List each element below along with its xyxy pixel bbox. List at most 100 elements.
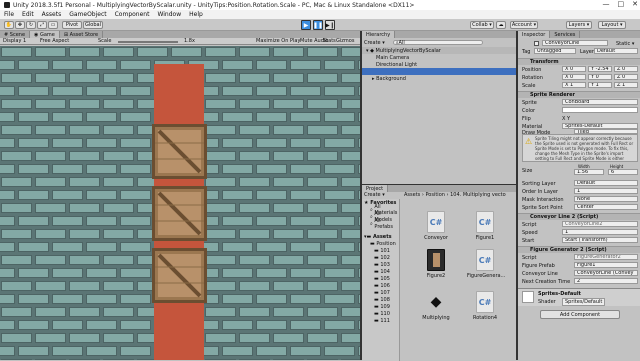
sprite-field[interactable]: ConBoard: [562, 99, 638, 105]
move-tool-button[interactable]: ✥: [15, 21, 25, 29]
project-breadcrumb[interactable]: Assets › Position › 104. Multiplying vec…: [404, 192, 506, 198]
asset-item[interactable]: C# Conveyor: [418, 211, 454, 241]
folder-item[interactable]: ▬ 108: [374, 296, 390, 303]
order-in-layer-field[interactable]: 1: [574, 188, 638, 194]
asset-item[interactable]: Figure2: [418, 249, 454, 279]
tab-asset-store[interactable]: ⊞ Asset Store: [60, 31, 104, 38]
folder-item[interactable]: ▬ 105: [374, 275, 390, 282]
layers-dropdown[interactable]: Layers ▾: [566, 21, 592, 29]
folder-item[interactable]: ▬ 111: [374, 317, 390, 324]
menu-file[interactable]: File: [4, 11, 14, 18]
layer-dropdown[interactable]: Default: [594, 48, 638, 54]
tab-game[interactable]: ◉ Game: [30, 31, 60, 38]
pivot-toggle[interactable]: Pivot: [62, 21, 82, 29]
conveyor-script-field[interactable]: ConveyorLine2: [562, 221, 638, 227]
scene-root-row[interactable]: ▾ ◆ MultiplyingVectorByScalar: [362, 47, 518, 54]
sprite-sort-point-dropdown[interactable]: Center: [574, 204, 638, 210]
account-dropdown[interactable]: Account ▾: [510, 21, 538, 29]
gizmos-dropdown[interactable]: Gizmos: [336, 38, 354, 44]
tag-dropdown[interactable]: Untagged: [534, 48, 576, 54]
folder-item[interactable]: ▬ 110: [374, 310, 390, 317]
tab-scene[interactable]: # Scene: [0, 31, 31, 38]
figure-prefab-field[interactable]: Figure1: [574, 262, 638, 268]
favorite-item[interactable]: ⌕ All Prefabs: [370, 218, 399, 230]
folder-item[interactable]: ▬ 109: [374, 303, 390, 310]
next-creation-time-field[interactable]: 2: [574, 278, 638, 284]
hierarchy-search-input[interactable]: ⌕ All: [392, 40, 483, 46]
scale-x-field[interactable]: X 1: [562, 82, 586, 88]
folder-item[interactable]: ▬ 102: [374, 254, 390, 261]
mask-interaction-dropdown[interactable]: None: [574, 196, 638, 202]
display-dropdown[interactable]: Display 1: [3, 38, 26, 44]
shader-dropdown[interactable]: Sprites/Default: [562, 298, 606, 306]
sorting-layer-dropdown[interactable]: Default: [574, 180, 638, 186]
layout-dropdown[interactable]: Layout ▾: [598, 21, 626, 29]
conveyor-line-field[interactable]: ConveyorLine (Convey: [574, 270, 638, 276]
hierarchy-create-dropdown[interactable]: Create ▾: [364, 40, 385, 46]
asset-item[interactable]: C# Figure1: [467, 211, 503, 241]
scale-tool-button[interactable]: ⤢: [37, 21, 47, 29]
static-toggle[interactable]: Static ▾: [616, 41, 634, 47]
tab-project[interactable]: Project: [362, 185, 389, 192]
scale-slider[interactable]: [118, 41, 178, 43]
collab-dropdown[interactable]: Collab ▾: [470, 21, 494, 29]
assets-root[interactable]: ▾▬ Assets: [364, 233, 392, 240]
scale-z-field[interactable]: Z 1: [614, 82, 638, 88]
menu-help[interactable]: Help: [189, 11, 203, 18]
maximize-button[interactable]: □: [618, 0, 625, 8]
hierarchy-item-main-camera[interactable]: Main Camera: [362, 54, 518, 61]
rotation-z-field[interactable]: Z 0: [614, 74, 638, 80]
folder-item[interactable]: ▬ Position: [370, 240, 396, 247]
speed-field[interactable]: 1: [562, 229, 638, 235]
rect-tool-button[interactable]: ▭: [48, 21, 58, 29]
hierarchy-item-selected[interactable]: [362, 68, 518, 75]
object-name-field[interactable]: ConveyorLine: [542, 40, 608, 46]
folder-item[interactable]: ▬ 104: [374, 268, 390, 275]
rotate-tool-button[interactable]: ↻: [26, 21, 36, 29]
position-y-field[interactable]: Y -2.54: [588, 66, 612, 72]
rotation-x-field[interactable]: X 0: [562, 74, 586, 80]
hierarchy-item-background[interactable]: ▸ Background: [362, 75, 518, 82]
conveyor-script-header[interactable]: Conveyor Line 2 (Script): [518, 213, 640, 220]
folder-item[interactable]: ▬ 106: [374, 282, 390, 289]
play-button[interactable]: ▶: [301, 20, 311, 30]
asset-item[interactable]: ◆ Multiplying: [418, 291, 454, 321]
flip-toggles[interactable]: X Y: [562, 116, 570, 122]
folder-item[interactable]: ▬ 103: [374, 261, 390, 268]
project-create-dropdown[interactable]: Create ▾: [364, 192, 385, 198]
pause-button[interactable]: ❚❚: [313, 20, 323, 30]
hierarchy-item-directional-light[interactable]: Directional Light: [362, 61, 518, 68]
rotation-y-field[interactable]: Y 0: [588, 74, 612, 80]
menu-assets[interactable]: Assets: [42, 11, 62, 18]
position-x-field[interactable]: X 0: [562, 66, 586, 72]
step-button[interactable]: ▶❙: [325, 20, 335, 30]
figure-script-field[interactable]: FigureGenerator2: [574, 254, 638, 260]
sprite-renderer-header[interactable]: Sprite Renderer: [518, 91, 640, 98]
folder-item[interactable]: ▬ 101: [374, 247, 390, 254]
folder-item[interactable]: ▬ 107: [374, 289, 390, 296]
transform-header[interactable]: Transform: [518, 58, 640, 65]
start-field[interactable]: Start (Transform): [562, 237, 638, 243]
active-checkbox[interactable]: [534, 41, 539, 46]
cloud-button[interactable]: ☁: [496, 21, 506, 29]
menu-gameobject[interactable]: GameObject: [69, 11, 106, 18]
menu-window[interactable]: Window: [157, 11, 181, 18]
position-z-field[interactable]: Z 0: [614, 66, 638, 72]
scale-y-field[interactable]: Y 1: [588, 82, 612, 88]
game-view[interactable]: [0, 46, 360, 360]
tab-inspector[interactable]: Inspector: [518, 31, 551, 38]
aspect-dropdown[interactable]: Free Aspect: [40, 38, 69, 44]
height-field[interactable]: 6: [608, 169, 638, 175]
tab-services[interactable]: Services: [550, 31, 581, 38]
asset-item[interactable]: C# FigureGenera...: [467, 249, 505, 279]
material-preview[interactable]: Sprites-Default Shader Sprites/Default: [518, 288, 640, 306]
width-field[interactable]: 1.56: [574, 169, 604, 175]
maximize-on-play-toggle[interactable]: Maximize On Play: [256, 38, 300, 44]
menu-edit[interactable]: Edit: [22, 11, 34, 18]
add-component-button[interactable]: Add Component: [540, 310, 620, 319]
hand-tool-button[interactable]: ✋: [4, 21, 14, 29]
tab-hierarchy[interactable]: Hierarchy: [362, 31, 396, 38]
color-swatch[interactable]: [562, 107, 638, 113]
asset-item[interactable]: C# Rotation4: [467, 291, 503, 321]
figure-script-header[interactable]: Figure Generator 2 (Script): [518, 246, 640, 253]
